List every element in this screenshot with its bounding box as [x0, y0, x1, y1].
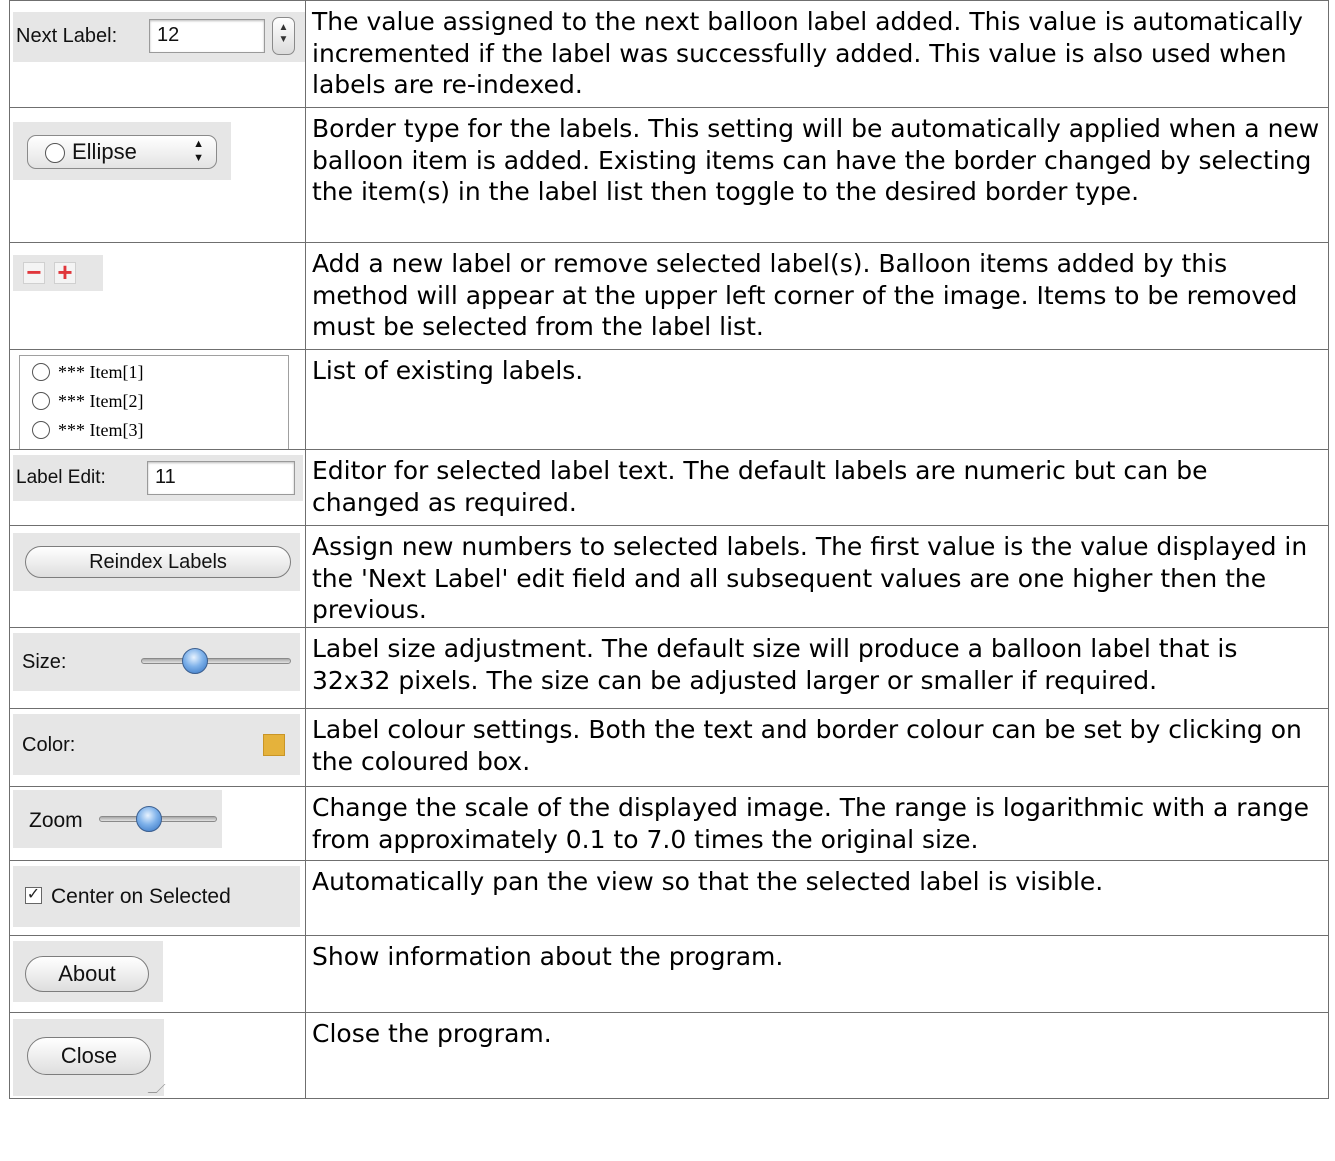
- border-type-control: Ellipse ▲ ▼: [13, 122, 231, 180]
- next-label-control: Next Label: 12 ▲ ▼: [13, 12, 305, 62]
- color-label: Color:: [22, 734, 76, 756]
- table-row: Zoom Change the scale of the displayed i…: [9, 786, 1329, 861]
- table-row: − + Add a new label or remove selected l…: [9, 242, 1329, 350]
- close-button[interactable]: Close: [27, 1037, 151, 1075]
- control-cell: Size:: [9, 627, 306, 709]
- size-label: Size:: [22, 651, 67, 673]
- table-row: Label Edit: 11 Editor for selected label…: [9, 449, 1329, 526]
- control-cell: *** Item[1] *** Item[2] *** Item[3]: [9, 349, 306, 450]
- border-type-description: Border type for the labels. This setting…: [305, 107, 1329, 243]
- label-edit-description: Editor for selected label text. The defa…: [305, 449, 1329, 526]
- table-row: ✓ Center on Selected Automatically pan t…: [9, 860, 1329, 936]
- color-control: Color:: [13, 714, 300, 775]
- stepper-up-icon[interactable]: ▲: [273, 22, 294, 34]
- close-description: Close the program.: [305, 1012, 1329, 1099]
- about-control: About: [13, 941, 163, 1002]
- list-item-label: *** Item[2]: [58, 391, 144, 411]
- center-selected-control: ✓ Center on Selected: [13, 866, 300, 927]
- center-selected-description: Automatically pan the view so that the s…: [305, 860, 1329, 936]
- list-item-label: *** Item[3]: [58, 420, 144, 440]
- label-list-description: List of existing labels.: [305, 349, 1329, 450]
- table-row: Next Label: 12 ▲ ▼ The value assigned to…: [9, 0, 1329, 108]
- list-item[interactable]: *** Item[1]: [32, 362, 143, 382]
- add-remove-description: Add a new label or remove selected label…: [305, 242, 1329, 350]
- list-item[interactable]: *** Item[3]: [32, 420, 143, 440]
- size-slider-knob[interactable]: [181, 648, 208, 674]
- remove-label-button[interactable]: −: [23, 259, 45, 285]
- control-cell: Next Label: 12 ▲ ▼: [9, 0, 306, 108]
- table-row: About Show information about the program…: [9, 935, 1329, 1013]
- zoom-control: Zoom: [13, 790, 222, 848]
- list-item[interactable]: *** Item[2]: [32, 391, 143, 411]
- label-list[interactable]: *** Item[1] *** Item[2] *** Item[3]: [19, 355, 289, 449]
- next-label-description: The value assigned to the next balloon l…: [305, 0, 1329, 108]
- add-label-button[interactable]: +: [54, 259, 76, 285]
- control-cell: About: [9, 935, 306, 1013]
- control-cell: Reindex Labels: [9, 525, 306, 628]
- about-description: Show information about the program.: [305, 935, 1329, 1013]
- control-cell: Close: [9, 1012, 306, 1099]
- radio-icon: [32, 363, 50, 381]
- size-slider[interactable]: [141, 658, 291, 664]
- control-cell: Zoom: [9, 786, 306, 861]
- reindex-control: Reindex Labels: [13, 533, 300, 591]
- table-row: Close Close the program.: [9, 1012, 1329, 1099]
- color-swatch[interactable]: [263, 734, 285, 756]
- color-description: Label colour settings. Both the text and…: [305, 708, 1329, 787]
- zoom-description: Change the scale of the displayed image.…: [305, 786, 1329, 861]
- table-row: Reindex Labels Assign new numbers to sel…: [9, 525, 1329, 628]
- table-row: Ellipse ▲ ▼ Border type for the labels. T…: [9, 107, 1329, 243]
- next-label-stepper[interactable]: ▲ ▼: [272, 17, 295, 55]
- control-cell: Ellipse ▲ ▼: [9, 107, 306, 243]
- radio-icon: [32, 392, 50, 410]
- table-row: *** Item[1] *** Item[2] *** Item[3] List…: [9, 349, 1329, 450]
- center-on-selected-label[interactable]: Center on Selected: [51, 885, 231, 909]
- stepper-down-icon[interactable]: ▼: [273, 34, 294, 46]
- radio-icon: [32, 421, 50, 439]
- control-cell: ✓ Center on Selected: [9, 860, 306, 936]
- size-control: Size:: [13, 633, 300, 691]
- border-type-popup[interactable]: Ellipse ▲ ▼: [27, 135, 217, 169]
- label-edit-control: Label Edit: 11: [13, 455, 303, 501]
- control-cell: − +: [9, 242, 306, 350]
- close-control: Close: [13, 1019, 166, 1096]
- table-row: Color: Label colour settings. Both the t…: [9, 708, 1329, 787]
- zoom-slider-knob[interactable]: [135, 806, 162, 832]
- control-cell: Label Edit: 11: [9, 449, 306, 526]
- reindex-description: Assign new numbers to selected labels. T…: [305, 525, 1329, 628]
- about-button[interactable]: About: [25, 956, 149, 992]
- border-type-value: Ellipse: [72, 139, 137, 164]
- next-label-field[interactable]: 12: [149, 19, 265, 53]
- list-item-label: *** Item[1]: [58, 362, 144, 382]
- label-edit-field[interactable]: 11: [147, 461, 295, 495]
- label-edit-label: Label Edit:: [16, 467, 106, 488]
- add-remove-control: − +: [13, 255, 103, 291]
- control-cell: Color:: [9, 708, 306, 787]
- reindex-labels-button[interactable]: Reindex Labels: [25, 546, 291, 578]
- resize-grip-icon[interactable]: [147, 1084, 166, 1093]
- next-label-label: Next Label:: [16, 25, 118, 47]
- popup-arrows-icon: ▲ ▼: [193, 138, 204, 164]
- size-description: Label size adjustment. The default size …: [305, 627, 1329, 709]
- controls-reference-table: Next Label: 12 ▲ ▼ The value assigned to…: [9, 0, 1329, 1099]
- table-row: Size: Label size adjustment. The default…: [9, 627, 1329, 709]
- ellipse-icon: [45, 143, 65, 163]
- zoom-label: Zoom: [29, 809, 83, 832]
- center-on-selected-checkbox[interactable]: ✓: [25, 887, 42, 904]
